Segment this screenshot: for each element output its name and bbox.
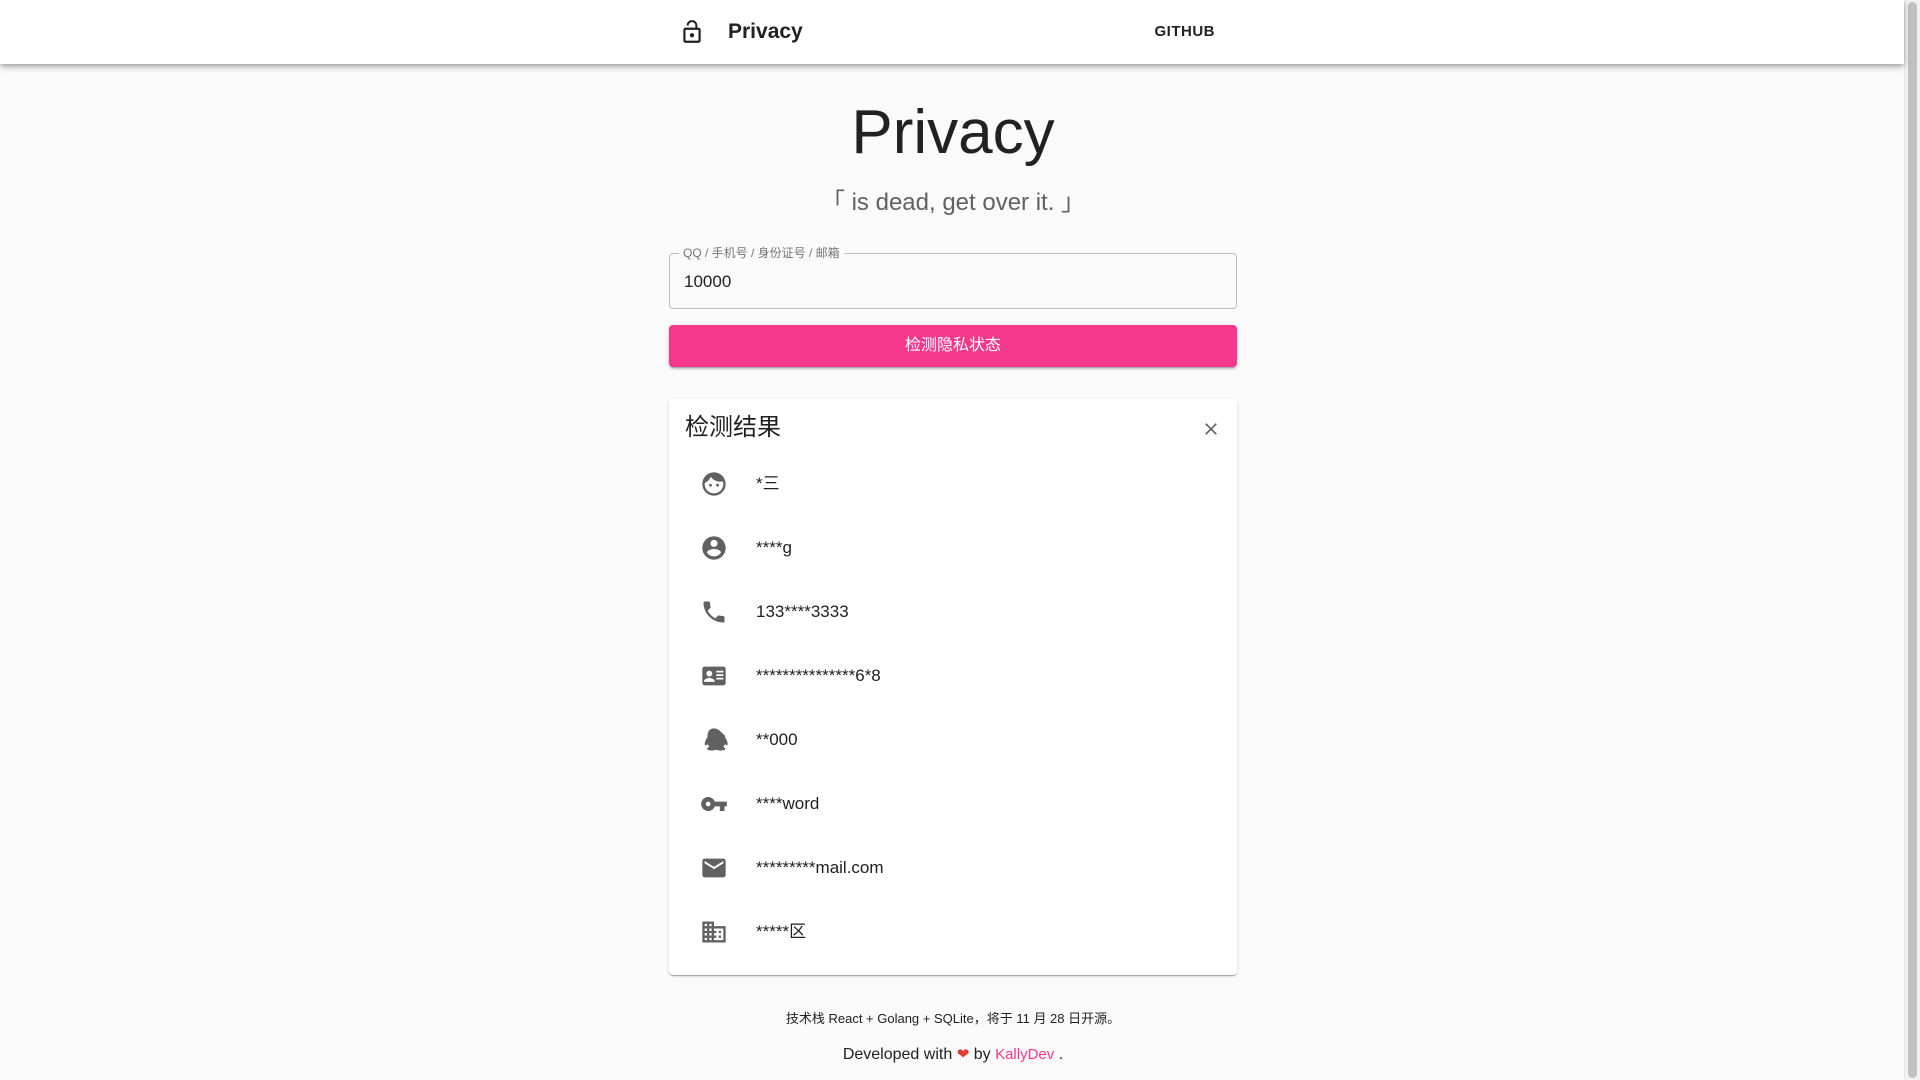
qq-penguin-icon — [704, 728, 728, 751]
result-phone: 133****3333 — [756, 602, 849, 621]
app-title: Privacy — [728, 20, 803, 43]
heart-icon: ❤ — [956, 1046, 970, 1063]
page-subtitle: 「 is dead, get over it. 」 — [820, 189, 1086, 216]
scrollbar[interactable] — [1904, 0, 1920, 1080]
result-address: *****区 — [756, 922, 807, 941]
search-input[interactable] — [682, 254, 1226, 310]
key-icon — [701, 797, 727, 811]
lock-open-icon — [683, 20, 701, 43]
scrollbar-thumb[interactable] — [1908, 2, 1917, 1078]
app-bar: Privacy GITHUB — [0, 0, 1904, 64]
check-privacy-button[interactable]: 检测隐私状态 — [669, 325, 1237, 367]
close-icon[interactable] — [1201, 419, 1221, 439]
result-name: *三 — [756, 474, 780, 493]
github-button[interactable]: GITHUB — [1143, 16, 1228, 48]
result-password: ****word — [756, 794, 820, 813]
phone-icon — [703, 601, 725, 623]
tech-stack-note: 技术栈 React + Golang + SQLite，将于 11 月 28 日… — [785, 1011, 1121, 1026]
list-item: ****g — [669, 516, 1237, 580]
list-item: ***************6*8 — [669, 644, 1237, 708]
id-card-icon — [702, 666, 726, 686]
building-icon — [702, 921, 726, 943]
period-text: . — [1058, 1046, 1064, 1063]
list-item: 133****3333 — [669, 580, 1237, 644]
face-icon — [702, 472, 726, 496]
result-email: *********mail.com — [756, 858, 884, 877]
list-item: *三 — [669, 452, 1237, 516]
email-icon — [702, 858, 726, 878]
results-card: 检测结果 *三 ****g 133****3333 **************… — [669, 399, 1237, 975]
results-title: 检测结果 — [685, 414, 781, 441]
list-item: *****区 — [669, 900, 1237, 964]
result-username: ****g — [756, 538, 792, 557]
by-text: by — [973, 1046, 991, 1063]
developed-with-text: Developed with — [842, 1046, 953, 1063]
search-field: QQ / 手机号 / 身份证号 / 邮箱 — [669, 245, 1237, 310]
app-bar-content: Privacy GITHUB — [669, 0, 1237, 64]
page-title: Privacy — [851, 98, 1055, 167]
list-item: *********mail.com — [669, 836, 1237, 900]
list-item: **000 — [669, 708, 1237, 772]
account-circle-icon — [702, 536, 726, 560]
list-item: ****word — [669, 772, 1237, 836]
result-qq: **000 — [756, 730, 798, 749]
developer-credit: Developed with ❤ by KallyDev . — [669, 1045, 1237, 1064]
results-list: *三 ****g 133****3333 ***************6*8 — [669, 452, 1237, 964]
result-id-number: ***************6*8 — [756, 666, 881, 685]
author-link[interactable]: KallyDev — [995, 1046, 1054, 1063]
